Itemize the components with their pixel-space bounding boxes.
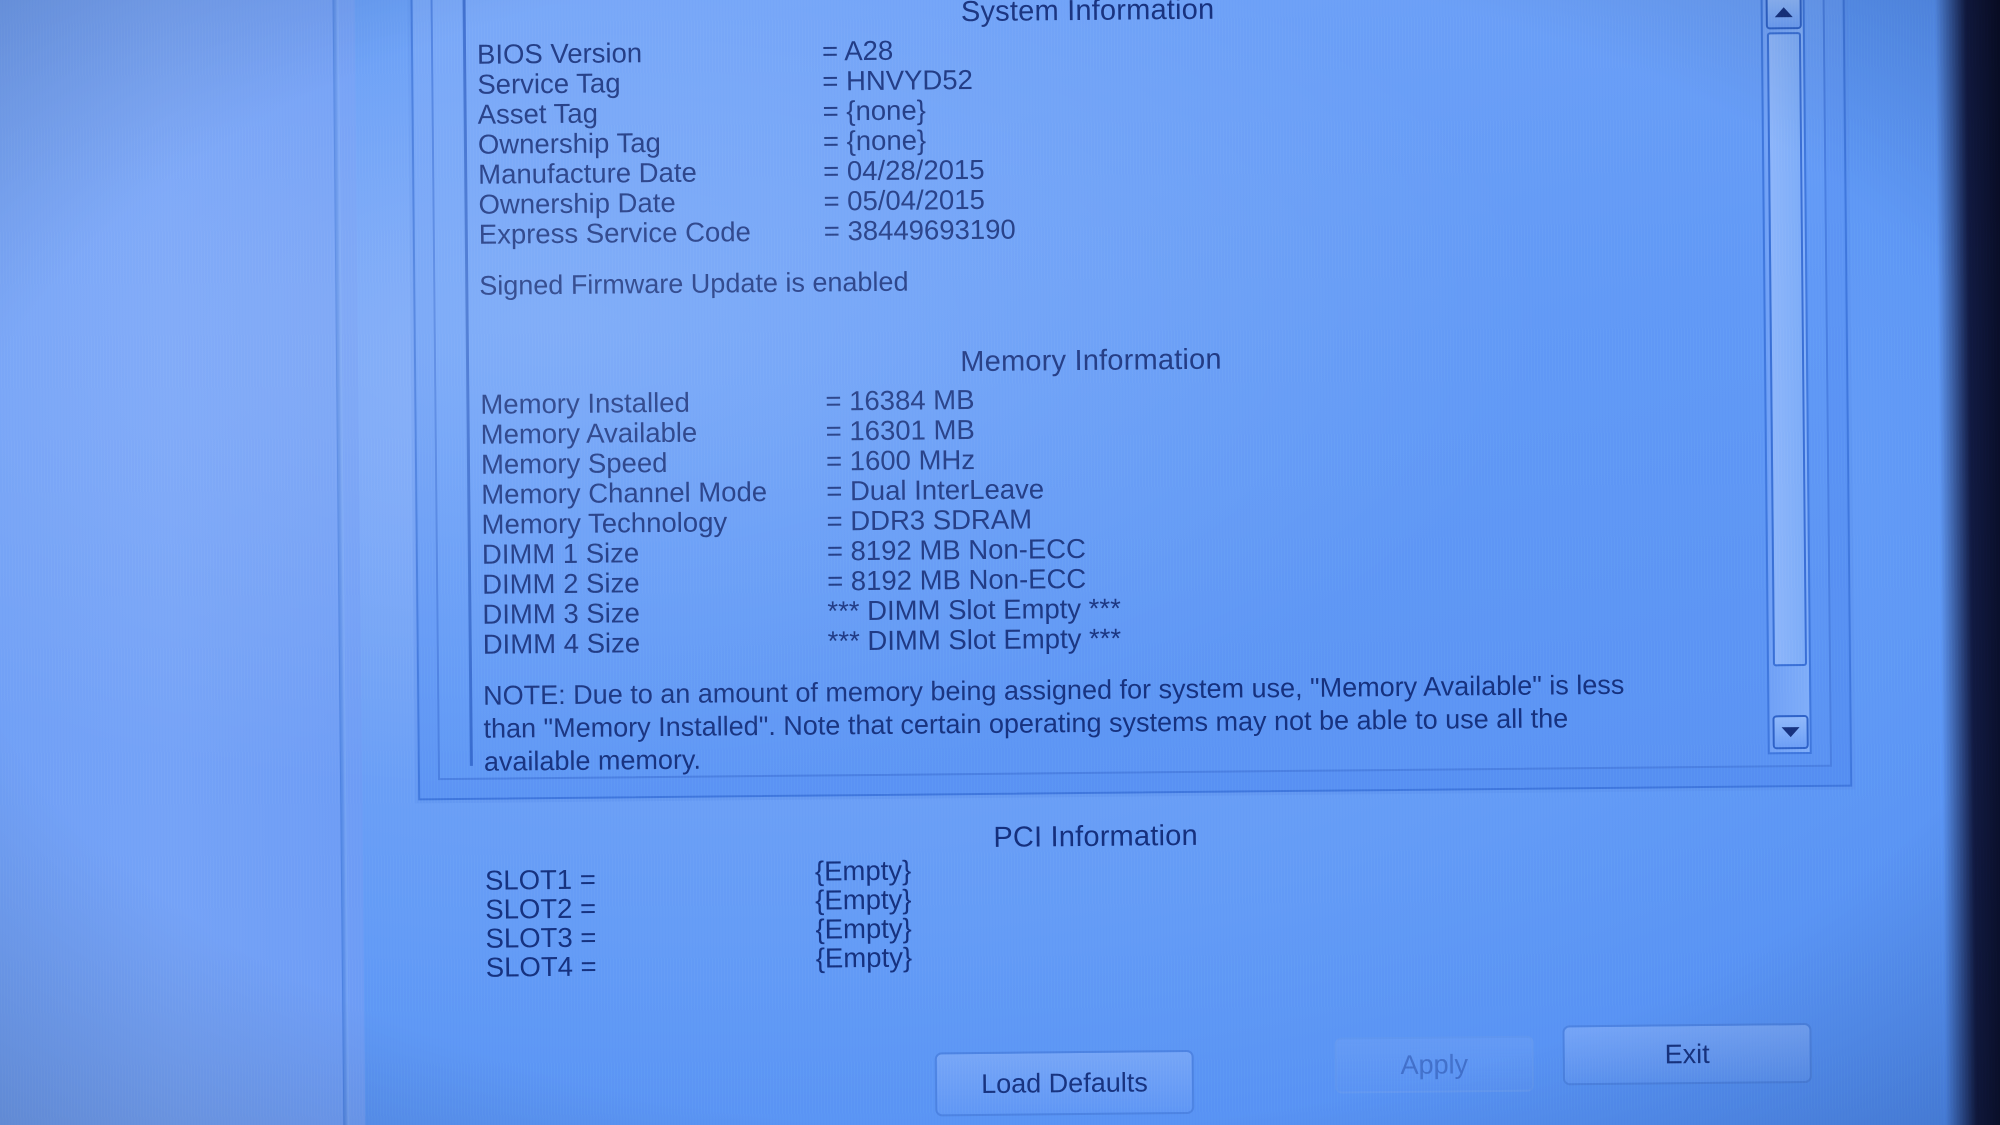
row-label: Manufacture Date xyxy=(478,156,697,190)
row-label: DIMM 1 Size xyxy=(481,537,640,570)
scroll-up-arrow-icon[interactable] xyxy=(1765,0,1802,30)
row-value: = 1600 MHz xyxy=(825,443,976,477)
row-value: *** DIMM Slot Empty *** xyxy=(827,622,1122,657)
triangle-up-icon xyxy=(1774,7,1793,18)
row-label: Memory Available xyxy=(480,416,698,450)
row-label: Memory Channel Mode xyxy=(481,475,768,510)
pci-information-rows: SLOT1 = {Empty} SLOT2 = {Empty} SLOT3 = … xyxy=(484,853,1766,983)
row-value: {Empty} xyxy=(815,912,912,945)
row-value: = 8192 MB Non-ECC xyxy=(826,562,1087,597)
row-label: Service Tag xyxy=(477,67,621,100)
load-defaults-button[interactable]: Load Defaults xyxy=(934,1049,1195,1117)
scrollbar-thumb[interactable] xyxy=(1766,32,1807,667)
panel-scrollbar[interactable] xyxy=(1760,0,1812,755)
bios-screen-photo: s tions rt tions System Information BIOS… xyxy=(0,0,2000,1125)
apply-button[interactable]: Apply xyxy=(1334,1035,1535,1094)
row-label: DIMM 4 Size xyxy=(482,627,641,660)
monitor-screen: s tions rt tions System Information BIOS… xyxy=(0,0,2000,1125)
row-value: = 16384 MB xyxy=(825,383,975,417)
row-value: {Empty} xyxy=(815,883,912,916)
row-value: = {none} xyxy=(822,94,927,127)
row-value: = Dual InterLeave xyxy=(826,473,1045,507)
row-label: Memory Speed xyxy=(480,446,668,480)
row-label: SLOT4 = xyxy=(485,950,597,983)
setup-sidebar-region: s tions rt tions xyxy=(0,0,366,1125)
row-value: = {none} xyxy=(822,124,927,157)
row-value: = 16301 MB xyxy=(825,413,975,447)
row-label: Ownership Tag xyxy=(477,126,662,160)
row-value: {Empty} xyxy=(814,854,912,887)
row-value: = A28 xyxy=(821,34,894,67)
row-value: = 04/28/2015 xyxy=(823,153,985,187)
row-label: Express Service Code xyxy=(478,216,751,250)
row-value: = 05/04/2015 xyxy=(823,183,985,217)
memory-information-rows: Memory Installed = 16384 MB Memory Avail… xyxy=(480,377,1763,660)
monitor-bezel-right xyxy=(1934,0,2000,1125)
panel-content: System Information BIOS Version = A28 Se… xyxy=(476,0,1763,983)
row-label: SLOT2 = xyxy=(485,892,597,925)
scroll-down-arrow-icon[interactable] xyxy=(1772,715,1809,750)
row-label: SLOT3 = xyxy=(485,921,597,954)
row-label: DIMM 2 Size xyxy=(482,567,640,600)
triangle-down-icon xyxy=(1781,727,1800,738)
row-value: = DDR3 SDRAM xyxy=(826,503,1033,537)
system-information-panel: System Information BIOS Version = A28 Se… xyxy=(410,0,1853,983)
row-value: = 8192 MB Non-ECC xyxy=(826,532,1087,567)
row-label: BIOS Version xyxy=(476,37,643,70)
panel-inner-frame: System Information BIOS Version = A28 Se… xyxy=(430,0,1832,983)
row-label: DIMM 3 Size xyxy=(482,597,640,630)
row-label: Memory Technology xyxy=(481,506,728,540)
content-left-rule xyxy=(462,0,473,766)
row-label: Ownership Date xyxy=(478,186,676,220)
system-information-rows: BIOS Version = A28 Service Tag = HNVYD52… xyxy=(476,27,1759,250)
row-value: = HNVYD52 xyxy=(822,63,974,97)
exit-button[interactable]: Exit xyxy=(1562,1022,1813,1086)
row-value: {Empty} xyxy=(815,941,913,974)
row-label: Asset Tag xyxy=(477,97,599,130)
row-value: = 38449693190 xyxy=(823,213,1016,247)
row-label: SLOT1 = xyxy=(484,863,596,896)
row-label: Memory Installed xyxy=(480,386,690,420)
row-value: *** DIMM Slot Empty *** xyxy=(827,592,1121,627)
